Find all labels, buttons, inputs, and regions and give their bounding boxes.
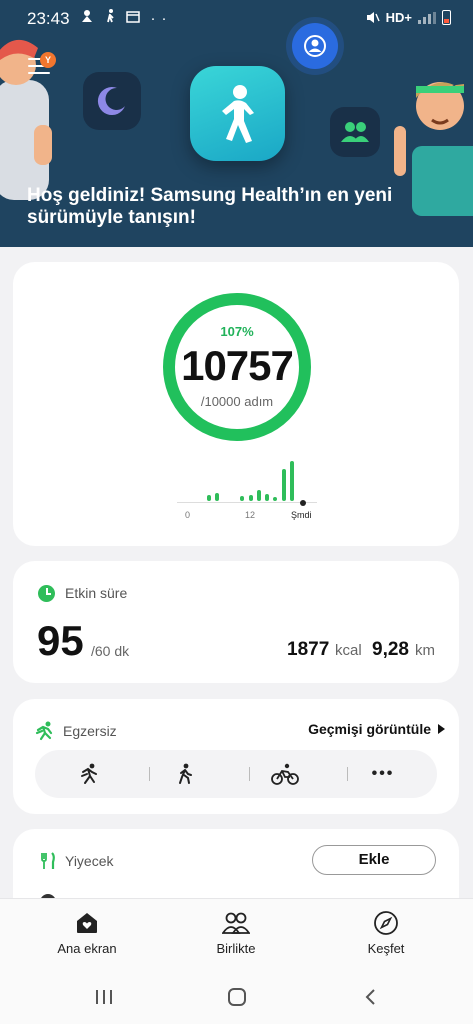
hourly-step-bar — [273, 496, 278, 501]
walking-icon — [179, 763, 192, 784]
steps-count: 10757 — [181, 342, 294, 389]
profile-tile — [292, 23, 338, 69]
hourly-steps-chart: 0 12 Şmdi — [177, 461, 317, 532]
exercise-icon — [35, 721, 53, 741]
back-button[interactable] — [355, 985, 385, 1009]
system-navigation-bar — [0, 969, 473, 1024]
compass-icon — [374, 911, 398, 935]
home-heart-icon — [77, 913, 97, 933]
steps-ring: 107% 10757 /10000 adım — [160, 290, 314, 444]
people-icon — [222, 912, 250, 934]
hourly-step-bar — [256, 490, 261, 501]
recents-icon — [96, 990, 112, 1004]
distance-unit: km — [415, 642, 435, 659]
food-title: Yiyecek — [65, 853, 114, 869]
calendar-icon — [126, 11, 141, 23]
cycling-button[interactable] — [255, 756, 315, 792]
chart-axis — [177, 502, 317, 503]
status-right: HD+ — [366, 10, 451, 25]
together-tile — [330, 107, 380, 157]
more-dots-icon: ·· — [150, 10, 173, 27]
hourly-step-bar — [281, 469, 286, 501]
nav-discover-label: Keşfet — [367, 941, 405, 956]
separator — [347, 767, 348, 781]
hourly-step-bar — [265, 493, 270, 501]
calories-unit: kcal — [335, 642, 362, 659]
fork-knife-icon — [41, 852, 55, 869]
separator — [149, 767, 150, 781]
calories-value: 1877 — [287, 639, 330, 660]
moon-icon — [97, 87, 125, 116]
hourly-step-bar — [240, 495, 245, 501]
more-exercises-button[interactable]: ••• — [353, 756, 413, 792]
axis-label-start: 0 — [185, 510, 191, 520]
group-icon — [341, 122, 369, 142]
active-time-goal: /60 dk — [91, 643, 130, 659]
distance-value: 9,28 — [372, 639, 409, 660]
chevron-right-icon — [438, 724, 445, 734]
walking-button[interactable] — [155, 756, 215, 792]
nav-home-label: Ana ekran — [57, 941, 117, 956]
hourly-step-bar — [248, 494, 253, 501]
mute-icon — [366, 12, 380, 23]
walk-icon — [107, 9, 114, 23]
active-time-value: 95 — [37, 617, 84, 664]
runner-icon — [221, 84, 254, 143]
samsung-health-logo — [190, 66, 285, 161]
active-time-title: Etkin süre — [65, 585, 128, 601]
nav-home[interactable]: Ana ekran — [27, 909, 147, 956]
hourly-step-bar — [215, 492, 220, 501]
recent-apps-button[interactable] — [89, 985, 119, 1009]
exercise-card[interactable]: Egzersiz Geçmişi görüntüle ••• — [13, 699, 459, 814]
running-button[interactable] — [59, 756, 119, 792]
steps-goal: /10000 adım — [200, 394, 274, 409]
bottom-navigation: Ana ekran Birlikte Keşfet — [0, 898, 473, 969]
welcome-message: Hoş geldiniz! Samsung Health’ın en yeni … — [27, 185, 393, 228]
clock-icon — [38, 585, 55, 602]
exercise-title: Egzersiz — [63, 723, 117, 739]
person-icon — [304, 35, 326, 57]
nav-together[interactable]: Birlikte — [176, 909, 296, 956]
nav-discover[interactable]: Keşfet — [326, 909, 446, 956]
nav-together-label: Birlikte — [216, 941, 256, 956]
signal-icon — [418, 11, 436, 24]
now-marker — [300, 500, 306, 506]
home-button[interactable] — [222, 985, 252, 1009]
sleep-tile — [83, 72, 141, 130]
cycling-icon — [271, 763, 299, 785]
more-icon: ••• — [371, 765, 395, 782]
active-time-card[interactable]: Etkin süre 95 /60 dk 1877 kcal 9,28 km — [13, 561, 459, 683]
steps-card[interactable]: 107% 10757 /10000 adım 0 12 Şmdi — [13, 262, 459, 546]
home-square-icon — [228, 988, 246, 1006]
running-icon — [81, 763, 97, 784]
hourly-step-bar — [207, 494, 211, 501]
weather-icon — [82, 10, 92, 22]
separator — [249, 767, 250, 781]
notification-icons: ·· — [80, 9, 173, 27]
axis-label-mid: 12 — [245, 510, 256, 520]
add-food-button[interactable]: Ekle — [312, 845, 436, 875]
battery-icon — [442, 10, 451, 25]
status-bar: 23:43 ·· HD+ — [0, 0, 473, 36]
back-chevron-icon — [365, 989, 375, 1005]
quick-start-bar: ••• — [35, 750, 437, 798]
network-type: HD+ — [385, 10, 412, 25]
welcome-banner[interactable]: 23:43 ·· HD+ Y Hoş geldiniz! Samsung Hea… — [0, 0, 473, 247]
menu-badge: Y — [40, 52, 56, 68]
axis-label-now: Şmdi — [291, 510, 312, 520]
view-history-link[interactable]: Geçmişi görüntüle — [308, 721, 431, 737]
steps-percent: 107% — [220, 324, 254, 339]
status-time: 23:43 — [27, 9, 70, 28]
hourly-step-bar — [290, 461, 294, 501]
